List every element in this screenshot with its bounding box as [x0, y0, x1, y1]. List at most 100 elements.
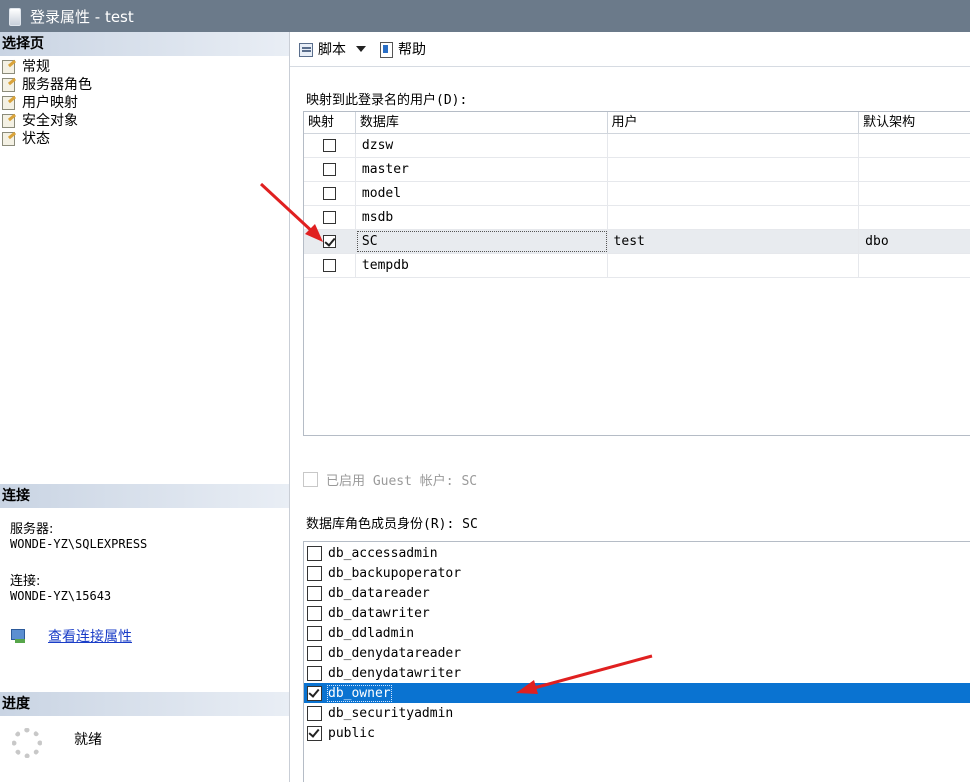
col-user[interactable]: 用户	[608, 112, 860, 133]
map-checkbox[interactable]	[322, 211, 336, 224]
cell-mapped	[304, 206, 356, 229]
role-checkbox[interactable]	[307, 645, 322, 661]
page-item-label: 服务器角色	[22, 77, 92, 93]
view-connection-properties[interactable]: 查看连接属性	[10, 626, 132, 646]
script-button[interactable]: 脚本	[298, 39, 346, 59]
cell-mapped	[304, 158, 356, 181]
table-row[interactable]: master	[304, 158, 970, 182]
page-item-label: 状态	[22, 131, 50, 147]
list-item[interactable]: db_securityadmin	[304, 703, 970, 723]
list-item[interactable]: db_accessadmin	[304, 543, 970, 563]
role-checkbox[interactable]	[307, 545, 322, 561]
cell-user[interactable]	[608, 206, 860, 229]
role-name: db_backupoperator	[328, 565, 462, 581]
script-label: 脚本	[318, 42, 346, 58]
role-name: db_ddladmin	[328, 625, 415, 641]
cell-default-schema[interactable]	[859, 206, 970, 229]
cell-default-schema[interactable]	[859, 134, 970, 157]
map-checkbox[interactable]	[322, 139, 336, 152]
col-default-schema[interactable]: 默认架构	[859, 112, 970, 133]
page-item[interactable]: 安全对象	[0, 111, 289, 129]
role-checkbox[interactable]	[307, 705, 322, 721]
cell-default-schema[interactable]	[859, 254, 970, 277]
page-icon	[0, 59, 18, 74]
page-icon	[0, 95, 18, 110]
page-item-label: 安全对象	[22, 113, 78, 129]
table-row[interactable]: msdb	[304, 206, 970, 230]
list-item[interactable]: public	[304, 723, 970, 743]
progress-status: 就绪	[74, 732, 102, 748]
role-checkbox[interactable]	[307, 725, 322, 741]
cell-database[interactable]: master	[356, 158, 608, 181]
cell-default-schema[interactable]	[859, 182, 970, 205]
guest-label: 已启用 Guest 帐户: SC	[326, 474, 478, 489]
script-dropdown-arrow-icon[interactable]	[356, 46, 366, 52]
server-value: WONDE-YZ\SQLEXPRESS	[10, 537, 148, 551]
cell-database[interactable]: msdb	[356, 206, 608, 229]
map-checkbox[interactable]	[322, 187, 336, 200]
role-name: db_denydatareader	[328, 645, 462, 661]
window-icon	[8, 8, 21, 26]
grid-header: 映射 数据库 用户 默认架构	[304, 112, 970, 134]
page-item[interactable]: 常规	[0, 57, 289, 75]
page-item[interactable]: 用户映射	[0, 93, 289, 111]
connection-value: WONDE-YZ\15643	[10, 589, 112, 603]
cell-user[interactable]: test	[608, 230, 860, 253]
view-connection-link[interactable]: 查看连接属性	[48, 626, 132, 646]
list-item[interactable]: db_datawriter	[304, 603, 970, 623]
cell-database[interactable]: dzsw	[356, 134, 608, 157]
role-name: db_datawriter	[328, 605, 430, 621]
cell-default-schema[interactable]	[859, 158, 970, 181]
cell-mapped	[304, 254, 356, 277]
role-checkbox[interactable]	[307, 605, 322, 621]
map-checkbox[interactable]	[322, 235, 336, 248]
role-checkbox[interactable]	[307, 665, 322, 681]
list-item[interactable]: db_denydatareader	[304, 643, 970, 663]
cell-database[interactable]: model	[356, 182, 608, 205]
cell-mapped	[304, 134, 356, 157]
toolbar: 脚本 帮助	[290, 32, 970, 67]
cell-user[interactable]	[608, 182, 860, 205]
list-item[interactable]: db_backupoperator	[304, 563, 970, 583]
list-item[interactable]: db_ddladmin	[304, 623, 970, 643]
cell-mapped	[304, 182, 356, 205]
user-mapping-label: 映射到此登录名的用户(D):	[306, 93, 468, 108]
role-membership-list: db_accessadmin db_backupoperator db_datare…	[303, 541, 970, 782]
help-button[interactable]: 帮助	[378, 39, 426, 59]
page-icon	[0, 113, 18, 128]
page-item[interactable]: 服务器角色	[0, 75, 289, 93]
cell-database[interactable]: SC	[356, 230, 608, 253]
help-icon	[378, 41, 394, 58]
cell-default-schema[interactable]: dbo	[859, 230, 970, 253]
cell-user[interactable]	[608, 134, 860, 157]
role-name: db_denydatawriter	[328, 665, 462, 681]
col-database[interactable]: 数据库	[356, 112, 608, 133]
table-row[interactable]: tempdb	[304, 254, 970, 278]
progress-spinner-icon	[12, 728, 42, 758]
page-item[interactable]: 状态	[0, 129, 289, 147]
map-checkbox[interactable]	[322, 163, 336, 176]
guest-account: 已启用 Guest 帐户: SC	[303, 470, 477, 489]
page-item-label: 常规	[22, 59, 50, 75]
table-row[interactable]: SC test dbo	[304, 230, 970, 254]
list-item[interactable]: db_denydatawriter	[304, 663, 970, 683]
list-item[interactable]: db_owner	[304, 683, 970, 703]
map-checkbox[interactable]	[322, 259, 336, 272]
table-row[interactable]: model	[304, 182, 970, 206]
cell-database[interactable]: tempdb	[356, 254, 608, 277]
list-item[interactable]: db_datareader	[304, 583, 970, 603]
role-checkbox[interactable]	[307, 625, 322, 641]
guest-checkbox	[303, 472, 318, 487]
col-mapped[interactable]: 映射	[304, 112, 356, 133]
role-checkbox[interactable]	[307, 585, 322, 601]
role-checkbox[interactable]	[307, 565, 322, 581]
cell-user[interactable]	[608, 158, 860, 181]
page-item-label: 用户映射	[22, 95, 78, 111]
role-checkbox[interactable]	[307, 685, 322, 701]
table-row[interactable]: dzsw	[304, 134, 970, 158]
cell-user[interactable]	[608, 254, 860, 277]
grid-body: dzsw master model msdb SC test dbo tempdb	[304, 134, 970, 278]
connection-info: 服务器: WONDE-YZ\SQLEXPRESS 连接: WONDE-YZ\15…	[10, 522, 147, 604]
connection-label: 连接:	[10, 574, 41, 589]
role-name: db_datareader	[328, 585, 430, 601]
